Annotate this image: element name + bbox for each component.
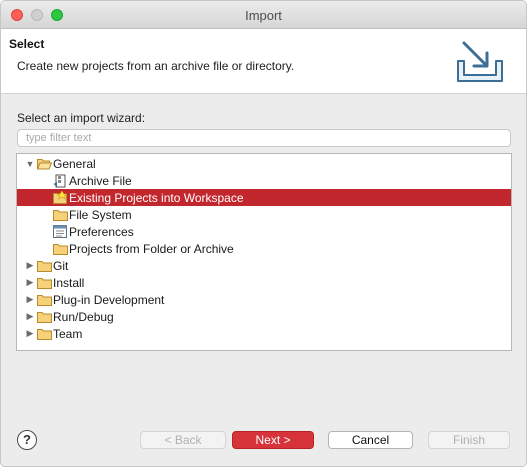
finish-button[interactable]: Finish <box>428 431 510 449</box>
folder-icon <box>36 259 52 273</box>
import-dialog: Import Select Create new projects from a… <box>0 0 527 467</box>
tree-item-plugin-development[interactable]: ▶ Plug-in Development <box>17 291 511 308</box>
chevron-right-icon[interactable]: ▶ <box>25 294 35 305</box>
next-button[interactable]: Next > <box>232 431 314 449</box>
tree-item-run-debug[interactable]: ▶ Run/Debug <box>17 308 511 325</box>
folder-icon <box>52 208 68 222</box>
wizard-tree[interactable]: ▼ General Archive File Existing Projects… <box>16 153 512 351</box>
tree-item-label: Preferences <box>69 224 134 239</box>
existing-projects-icon <box>52 191 68 205</box>
tree-item-label: Archive File <box>69 173 132 188</box>
tree-item-label: Plug-in Development <box>53 292 165 307</box>
folder-icon <box>36 310 52 324</box>
tree-item-archive-file[interactable]: Archive File <box>17 172 511 189</box>
wizard-banner: Select Create new projects from an archi… <box>1 29 526 94</box>
page-title: Select <box>9 37 45 51</box>
tree-item-preferences[interactable]: Preferences <box>17 223 511 240</box>
archive-file-icon <box>52 174 68 188</box>
folder-icon <box>36 293 52 307</box>
wizard-list-label: Select an import wizard: <box>17 111 146 125</box>
tree-item-install[interactable]: ▶ Install <box>17 274 511 291</box>
tree-item-label: Team <box>53 326 83 341</box>
chevron-right-icon[interactable]: ▶ <box>25 311 35 322</box>
tree-item-git[interactable]: ▶ Git <box>17 257 511 274</box>
import-tray-icon <box>457 41 503 82</box>
tree-item-label: Existing Projects into Workspace <box>69 190 244 205</box>
page-description: Create new projects from an archive file… <box>17 59 295 73</box>
help-icon[interactable]: ? <box>17 430 37 450</box>
tree-item-general[interactable]: ▼ General <box>17 155 511 172</box>
chevron-right-icon[interactable]: ▶ <box>25 328 35 339</box>
filter-input[interactable] <box>17 129 511 147</box>
tree-item-team[interactable]: ▶ Team <box>17 325 511 342</box>
tree-item-file-system[interactable]: File System <box>17 206 511 223</box>
tree-item-label: Git <box>53 258 69 273</box>
back-button[interactable]: < Back <box>140 431 226 449</box>
chevron-right-icon[interactable]: ▶ <box>25 260 35 271</box>
cancel-button[interactable]: Cancel <box>328 431 413 449</box>
folder-icon <box>52 242 68 256</box>
tree-item-label: Run/Debug <box>53 309 114 324</box>
folder-open-icon <box>36 157 52 171</box>
wizard-content: Select an import wizard: ▼ General Archi… <box>1 95 526 375</box>
chevron-down-icon[interactable]: ▼ <box>25 159 35 169</box>
tree-item-label: File System <box>69 207 132 222</box>
tree-item-existing-projects[interactable]: Existing Projects into Workspace <box>17 189 511 206</box>
preferences-icon <box>52 225 68 239</box>
window-title: Import <box>245 8 282 23</box>
button-bar: ? < Back Next > Cancel Finish <box>1 421 526 461</box>
tree-item-label: Install <box>53 275 85 290</box>
chevron-right-icon[interactable]: ▶ <box>25 277 35 288</box>
title-bar: Import <box>1 1 526 29</box>
tree-item-projects-from-folder[interactable]: Projects from Folder or Archive <box>17 240 511 257</box>
folder-icon <box>36 276 52 290</box>
tree-item-label: General <box>53 156 96 171</box>
folder-icon <box>36 327 52 341</box>
tree-item-label: Projects from Folder or Archive <box>69 241 234 256</box>
